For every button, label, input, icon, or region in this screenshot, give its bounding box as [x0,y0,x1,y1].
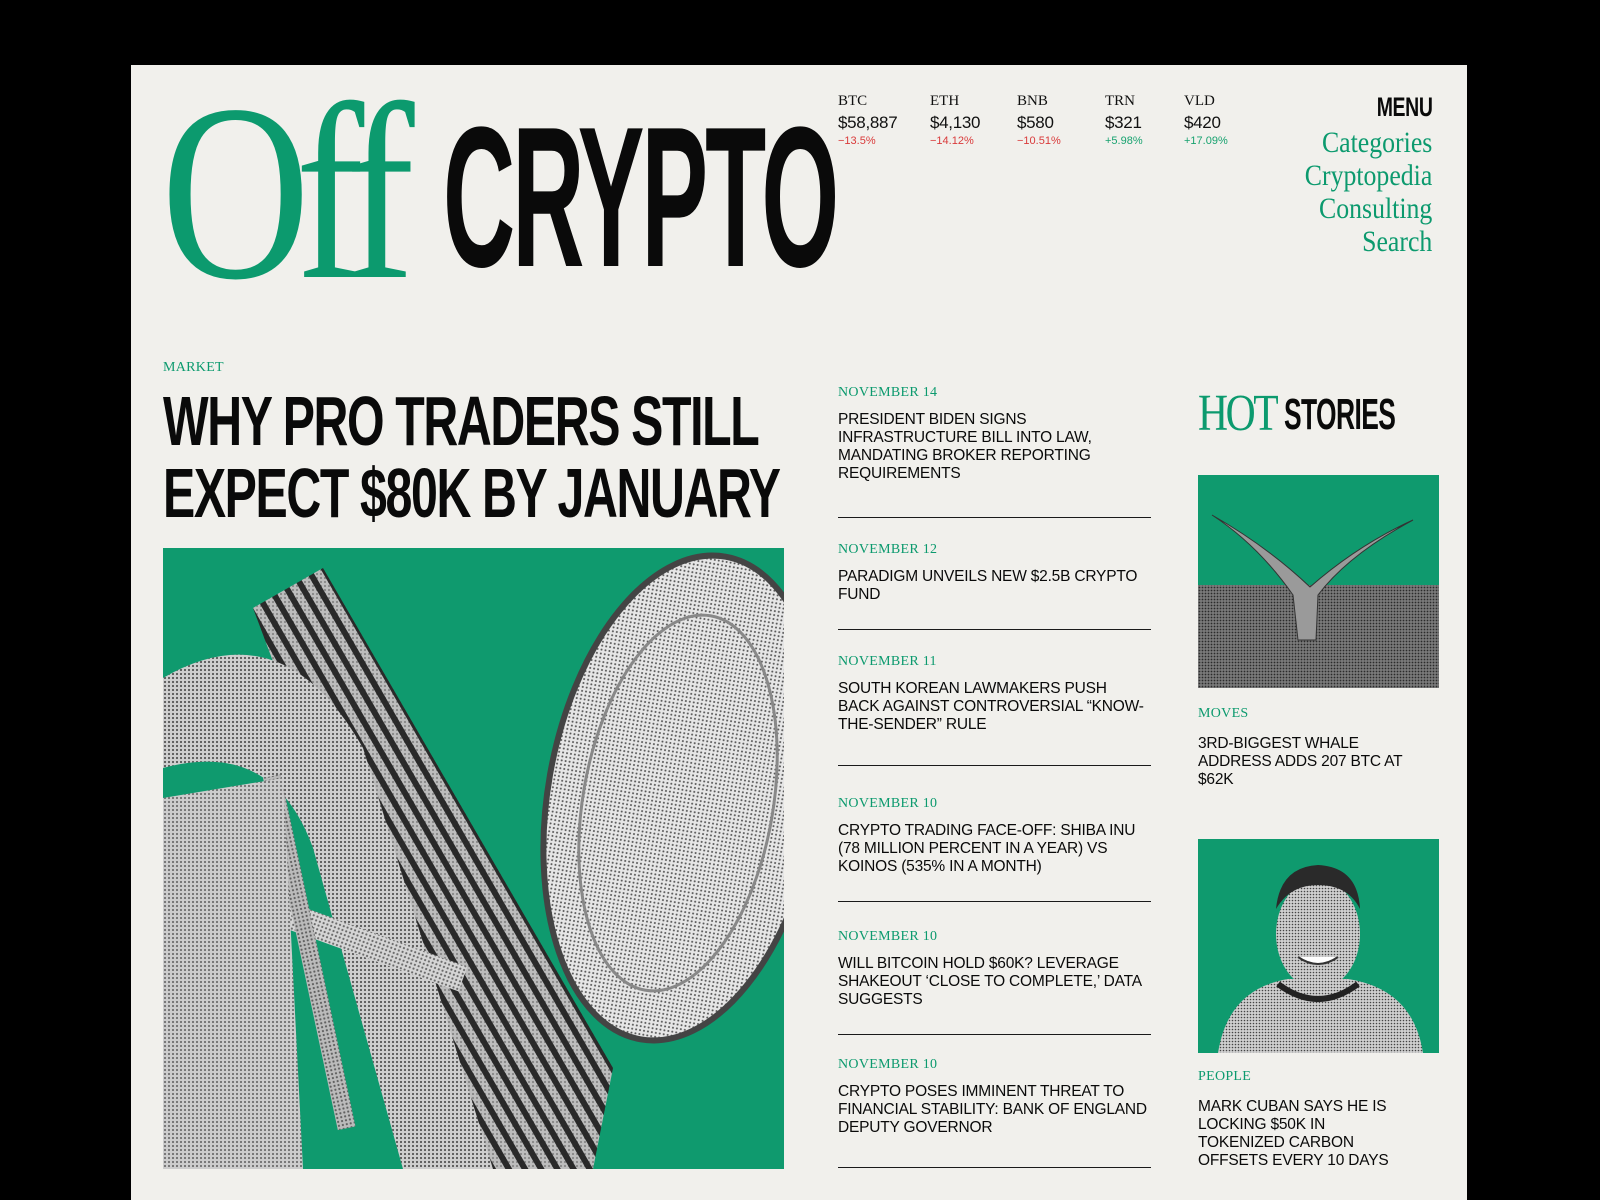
news-item[interactable]: NOVEMBER 11 SOUTH KOREAN LAWMAKERS PUSH … [838,630,1151,766]
ticker-change: −13.5% [838,135,876,147]
ticker-price: $420 [1184,113,1221,132]
site-logo[interactable]: Off CRYPTO [161,66,839,318]
ticker-change: −14.12% [930,135,974,147]
portrait-image [1218,865,1423,1053]
hot-story-category[interactable]: MOVES [1198,706,1249,722]
ticker-item-eth[interactable]: ETH $4,130 −14.12% [930,93,1017,149]
hot-label: HOT [1198,385,1279,442]
ticker-symbol: ETH [930,93,960,109]
logo-off-text: Off [161,52,415,332]
news-title[interactable]: SOUTH KOREAN LAWMAKERS PUSH BACK AGAINST… [838,680,1151,734]
hot-story-image[interactable] [1198,475,1439,688]
menu-item-categories[interactable]: Categories [1304,126,1432,159]
news-title[interactable]: PARADIGM UNVEILS NEW $2.5B CRYPTO FUND [838,568,1151,604]
news-date: NOVEMBER 10 [838,796,938,811]
ticker-change: −10.51% [1017,135,1061,147]
hot-story-title[interactable]: 3RD-BIGGEST WHALE ADDRESS ADDS 207 BTC A… [1198,735,1408,789]
latest-news-list: NOVEMBER 14 PRESIDENT BIDEN SIGNS INFRAS… [838,385,1151,1168]
menu-button[interactable]: MENU [1376,92,1432,123]
news-title[interactable]: CRYPTO POSES IMMINENT THREAT TO FINANCIA… [838,1083,1151,1137]
price-ticker: BTC $58,887 −13.5% ETH $4,130 −14.12% BN… [838,93,1254,149]
ticker-symbol: VLD [1184,93,1215,109]
ticker-price: $321 [1105,113,1142,132]
ticker-change: +5.98% [1105,135,1143,147]
menu-item-cryptopedia[interactable]: Cryptopedia [1304,159,1432,192]
news-item[interactable]: NOVEMBER 10 CRYPTO TRADING FACE-OFF: SHI… [838,766,1151,902]
feature-category[interactable]: MARKET [163,360,224,376]
news-date: NOVEMBER 11 [838,654,937,669]
ticker-item-trn[interactable]: TRN $321 +5.98% [1105,93,1184,149]
ticker-symbol: BTC [838,93,868,109]
hot-story-image[interactable] [1198,839,1439,1053]
feature-image[interactable] [163,548,784,1169]
ticker-price: $58,887 [838,113,898,132]
ticker-price: $4,130 [930,113,981,132]
news-title[interactable]: WILL BITCOIN HOLD $60K? LEVERAGE SHAKEOU… [838,955,1151,1009]
hot-story-title[interactable]: MARK CUBAN SAYS HE IS LOCKING $50K IN TO… [1198,1098,1408,1170]
news-item[interactable]: NOVEMBER 14 PRESIDENT BIDEN SIGNS INFRAS… [838,385,1151,518]
menu-item-search[interactable]: Search [1304,225,1432,258]
news-item[interactable]: NOVEMBER 12 PARADIGM UNVEILS NEW $2.5B C… [838,518,1151,630]
stories-label: STORIES [1284,390,1396,439]
bitcoin-coin-and-gears-image [163,552,784,1169]
news-date: NOVEMBER 10 [838,1057,938,1072]
logo-crypto-text: CRYPTO [443,86,839,309]
ticker-symbol: BNB [1017,93,1048,109]
news-title[interactable]: CRYPTO TRADING FACE-OFF: SHIBA INU (78 M… [838,822,1151,876]
news-item[interactable]: NOVEMBER 10 CRYPTO POSES IMMINENT THREAT… [838,1035,1151,1168]
ticker-item-vld[interactable]: VLD $420 +17.09% [1184,93,1254,149]
ticker-price: $580 [1017,113,1054,132]
news-item[interactable]: NOVEMBER 10 WILL BITCOIN HOLD $60K? LEVE… [838,902,1151,1035]
ticker-symbol: TRN [1105,93,1135,109]
news-title[interactable]: PRESIDENT BIDEN SIGNS INFRASTRUCTURE BIL… [838,411,1151,483]
hot-story-category[interactable]: PEOPLE [1198,1069,1251,1085]
main-menu: Categories Cryptopedia Consulting Search [1284,126,1432,258]
ticker-item-btc[interactable]: BTC $58,887 −13.5% [838,93,930,149]
news-date: NOVEMBER 14 [838,385,938,400]
news-date: NOVEMBER 10 [838,929,938,944]
whale-tail-image [1198,514,1439,688]
news-date: NOVEMBER 12 [838,542,938,557]
menu-item-consulting[interactable]: Consulting [1304,192,1432,225]
ticker-item-bnb[interactable]: BNB $580 −10.51% [1017,93,1105,149]
feature-headline[interactable]: WHY PRO TRADERS STILL EXPECT $80K BY JAN… [163,385,784,529]
ticker-change: +17.09% [1184,135,1228,147]
